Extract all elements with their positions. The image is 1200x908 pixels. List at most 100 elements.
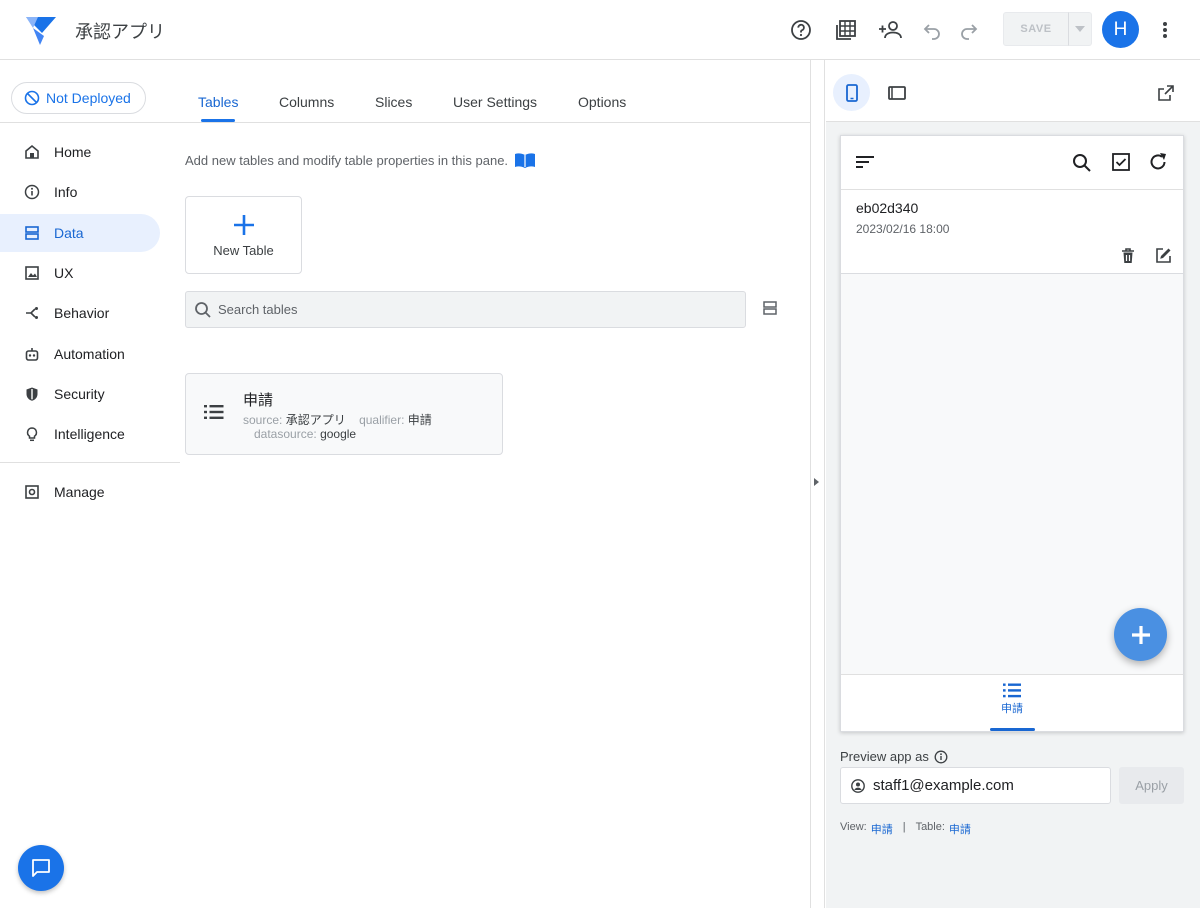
sidebar-item-label: UX: [54, 265, 74, 281]
info-icon[interactable]: [934, 750, 948, 764]
sidebar-item-label: Data: [54, 225, 84, 241]
list-icon: [204, 404, 224, 420]
view-label: View:: [840, 821, 867, 833]
tablet-preview-button[interactable]: [878, 74, 915, 111]
table-card[interactable]: 申請 source: 承認アプリ qualifier: 申請 datasourc…: [185, 373, 503, 455]
sort-icon[interactable]: [856, 155, 874, 169]
sidebar-item-label: Home: [54, 144, 92, 160]
sidebar-item-label: Intelligence: [54, 426, 125, 442]
tab-columns[interactable]: Columns: [279, 94, 334, 110]
search-tables-field[interactable]: [185, 291, 746, 328]
expand-arrow-icon[interactable]: [814, 478, 819, 486]
sidebar-item-security[interactable]: Security: [0, 375, 160, 413]
home-icon: [25, 144, 39, 159]
user-avatar[interactable]: H: [1102, 11, 1139, 48]
sidebar-item-label: Manage: [54, 484, 105, 500]
view-table-info: View: 申請 | Table: 申請: [840, 821, 971, 837]
help-icon[interactable]: [788, 17, 814, 43]
add-record-button[interactable]: [1114, 608, 1167, 661]
account-circle-icon: [851, 778, 865, 793]
sidebar-item-label: Behavior: [54, 305, 110, 321]
preview-user-field[interactable]: [840, 767, 1111, 804]
sidebar-item-intelligence[interactable]: Intelligence: [0, 415, 160, 453]
separator: |: [902, 821, 906, 833]
search-input[interactable]: [218, 302, 718, 317]
sidebar-divider: [0, 462, 180, 463]
sidebar-item-manage[interactable]: Manage: [0, 473, 160, 511]
record-date: 2023/02/16 18:00: [856, 222, 950, 236]
deploy-status-chip[interactable]: Not Deployed: [11, 82, 146, 114]
edit-icon[interactable]: [1155, 247, 1172, 264]
add-person-icon[interactable]: [877, 17, 903, 43]
redo-icon[interactable]: [956, 17, 982, 43]
new-table-button[interactable]: New Table: [185, 196, 302, 274]
preview-bottom-nav: 申請: [841, 674, 1183, 731]
source-value: 承認アプリ: [285, 413, 346, 427]
phone-preview: eb02d340 2023/02/16 18:00 申請: [840, 135, 1184, 732]
sidebar-item-automation[interactable]: Automation: [0, 335, 160, 373]
datasource-value: google: [320, 427, 357, 441]
tab-options[interactable]: Options: [578, 94, 626, 110]
manage-icon: [25, 485, 39, 499]
undo-icon[interactable]: [919, 17, 945, 43]
bulb-icon: [26, 427, 38, 442]
checkbox-icon[interactable]: [1112, 153, 1130, 171]
sidebar-item-behavior[interactable]: Behavior: [0, 294, 160, 332]
table-source-line: source: 承認アプリ qualifier: 申請: [243, 411, 432, 428]
list-item[interactable]: eb02d340 2023/02/16 18:00: [841, 190, 1183, 274]
apply-button[interactable]: Apply: [1119, 767, 1184, 804]
deploy-status-label: Not Deployed: [46, 90, 131, 106]
pane-hint-text: Add new tables and modify table properti…: [185, 152, 509, 168]
sidebar-item-info[interactable]: Info: [0, 173, 160, 211]
delete-icon[interactable]: [1121, 248, 1135, 264]
search-icon[interactable]: [1072, 153, 1091, 172]
pane-hint: Add new tables and modify table properti…: [185, 152, 536, 168]
sidebar-item-home[interactable]: Home: [0, 133, 160, 171]
sidebar-item-label: Info: [54, 184, 78, 200]
plus-icon: [233, 214, 254, 235]
table-grid-icon[interactable]: [833, 17, 859, 43]
table-link[interactable]: 申請: [949, 821, 971, 837]
refresh-icon[interactable]: [1148, 152, 1168, 172]
open-external-icon[interactable]: [1147, 74, 1184, 111]
table-datasource-line: datasource: google: [254, 427, 356, 441]
sidebar-divider: [0, 122, 180, 123]
active-nav-indicator: [990, 728, 1035, 731]
caret-down-icon: [1075, 26, 1085, 32]
tab-slices[interactable]: Slices: [375, 94, 412, 110]
chat-button[interactable]: [18, 845, 64, 891]
top-app-bar: 承認アプリ SAVE H: [0, 0, 1200, 60]
source-label: source:: [243, 413, 283, 427]
phone-icon: [845, 83, 858, 102]
bottom-nav-item[interactable]: 申請: [991, 683, 1033, 716]
appsheet-logo-icon[interactable]: [24, 14, 58, 46]
not-deployed-icon: [24, 90, 40, 106]
new-table-label: New Table: [213, 242, 274, 258]
book-icon[interactable]: [514, 152, 536, 168]
save-button[interactable]: SAVE: [1003, 12, 1069, 46]
bottom-nav-label: 申請: [1001, 703, 1023, 715]
view-toggle-icon[interactable]: [760, 298, 780, 318]
search-icon: [195, 301, 211, 318]
preview-app-bar: [841, 136, 1183, 190]
tab-user-settings[interactable]: User Settings: [453, 94, 537, 110]
save-dropdown-button[interactable]: [1068, 12, 1092, 46]
behavior-icon: [26, 307, 38, 319]
tabs-divider: [180, 122, 810, 123]
chat-icon: [32, 859, 50, 877]
tab-tables[interactable]: Tables: [198, 94, 238, 110]
preview-as-text: Preview app as: [840, 749, 929, 764]
preview-user-input[interactable]: [873, 777, 1103, 794]
sidebar-item-data[interactable]: Data: [0, 214, 160, 252]
preview-as-label: Preview app as: [840, 749, 948, 764]
table-label: Table:: [915, 821, 945, 833]
view-link[interactable]: 申請: [871, 821, 893, 837]
mobile-preview-button[interactable]: [833, 74, 870, 111]
data-icon: [25, 226, 39, 240]
sidebar-item-ux[interactable]: UX: [0, 254, 160, 292]
plus-icon: [1131, 625, 1150, 644]
table-name: 申請: [243, 392, 274, 409]
sidebar-item-label: Automation: [54, 346, 125, 362]
robot-icon: [25, 348, 39, 361]
more-vert-icon[interactable]: [1152, 17, 1178, 43]
